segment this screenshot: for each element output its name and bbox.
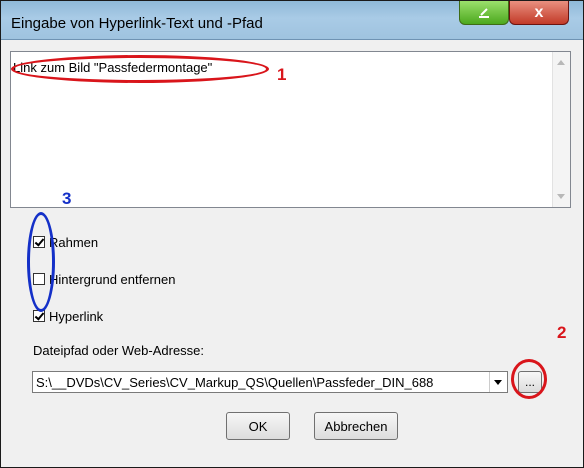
scroll-down-icon[interactable] [557, 194, 565, 199]
annotation-ellipse-3 [27, 212, 55, 312]
hyperlink-label: Hyperlink [49, 308, 104, 324]
scroll-up-icon[interactable] [557, 60, 565, 65]
path-label: Dateipfad oder Web-Adresse: [33, 343, 205, 358]
chevron-down-icon[interactable] [489, 372, 507, 392]
close-button[interactable]: x [509, 1, 569, 25]
close-icon: x [534, 3, 544, 21]
cancel-button[interactable]: Abbrechen [314, 412, 398, 440]
annotation-number-3: 3 [62, 189, 72, 208]
dialog-window: Eingabe von Hyperlink-Text und -Pfad x L… [0, 0, 584, 468]
window-title: Eingabe von Hyperlink-Text und -Pfad [11, 15, 263, 32]
minimize-button[interactable] [459, 1, 509, 25]
annotation-number-1: 1 [277, 65, 287, 84]
remove-background-label: Hintergrund entfernen [49, 271, 176, 287]
annotation-number-2: 2 [557, 323, 567, 342]
title-bar[interactable]: Eingabe von Hyperlink-Text und -Pfad x [1, 1, 583, 40]
annotation-ellipse-1 [11, 55, 269, 83]
path-value[interactable]: S:\__DVDs\CV_Series\CV_Markup_QS\Quellen… [36, 375, 488, 390]
minimize-icon [460, 1, 508, 24]
frame-label: Rahmen [49, 234, 99, 250]
vertical-scrollbar[interactable] [552, 52, 570, 207]
ok-button[interactable]: OK [226, 412, 290, 440]
annotation-ellipse-2 [511, 359, 547, 399]
path-combobox[interactable]: S:\__DVDs\CV_Series\CV_Markup_QS\Quellen… [32, 371, 508, 393]
minimize-glyph-icon [479, 7, 489, 18]
